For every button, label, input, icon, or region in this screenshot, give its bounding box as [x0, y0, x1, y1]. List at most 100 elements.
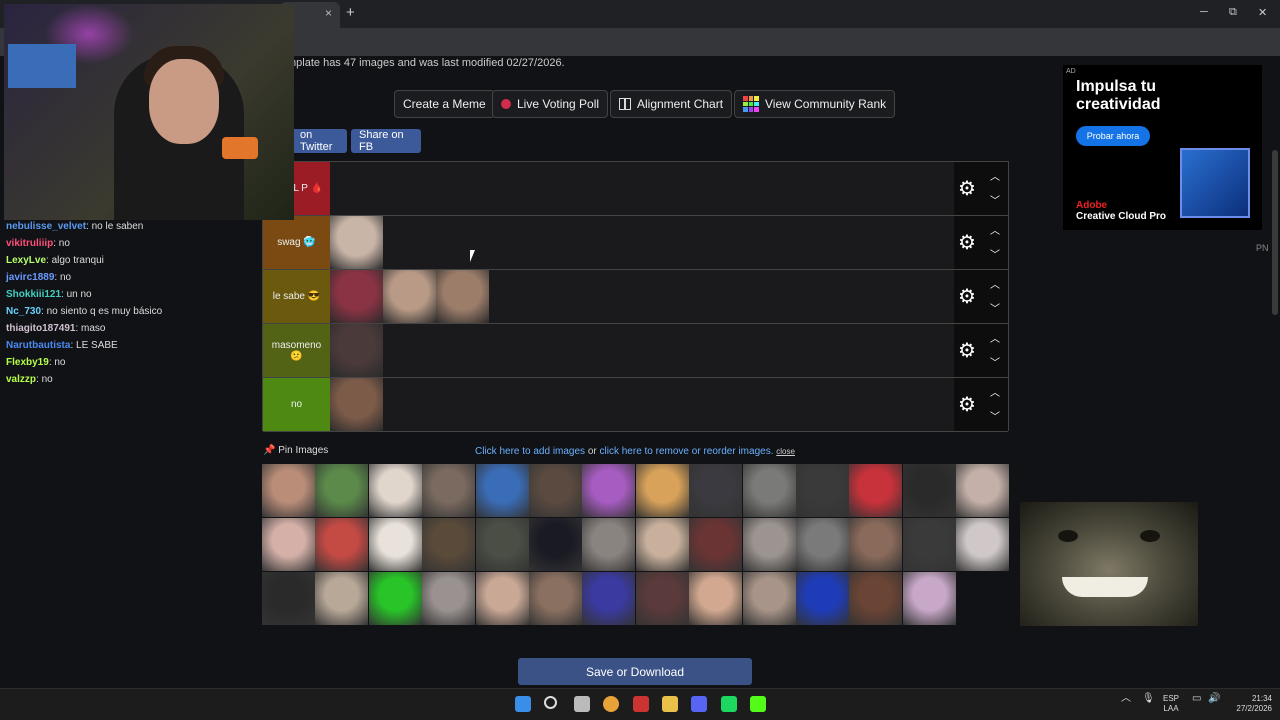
tier-row[interactable]: masomeno 😕 ⚙ ︿ ﹀	[263, 324, 1008, 378]
gallery-image[interactable]	[582, 572, 636, 625]
chat-username[interactable]: Narutbautista	[6, 340, 70, 351]
gallery-image[interactable]	[742, 572, 796, 625]
chevron-up-icon[interactable]: ︿	[990, 222, 1000, 237]
volume-icon[interactable]: 🔊	[1208, 694, 1220, 704]
close-link[interactable]: close	[776, 447, 795, 456]
chat-username[interactable]: thiagito187491	[6, 323, 75, 334]
tier-label[interactable]: no	[263, 378, 330, 431]
microphone-tray-icon[interactable]: 🎙	[1142, 694, 1155, 704]
gallery-image[interactable]	[849, 464, 903, 517]
tier-image[interactable]	[330, 324, 383, 377]
share-facebook-button[interactable]: Share on FB	[351, 129, 421, 153]
gallery-image[interactable]	[368, 464, 422, 517]
gallery-image[interactable]	[902, 464, 956, 517]
gallery-image[interactable]	[262, 518, 315, 571]
gallery-image[interactable]	[475, 464, 529, 517]
gallery-image[interactable]	[262, 464, 315, 517]
minimize-icon[interactable]: ─	[1200, 6, 1208, 18]
close-window-icon[interactable]: ✕	[1258, 6, 1267, 19]
gallery-image[interactable]	[956, 518, 1010, 571]
news-icon[interactable]	[632, 696, 649, 712]
chevron-down-icon[interactable]: ﹀	[990, 246, 1000, 261]
gear-icon[interactable]: ⚙	[958, 392, 976, 417]
chat-username[interactable]: Flexby19	[6, 357, 49, 368]
gallery-image[interactable]	[529, 518, 582, 571]
files-icon[interactable]	[662, 696, 678, 712]
gallery-image[interactable]	[315, 518, 369, 571]
restore-icon[interactable]: ⧉	[1229, 6, 1237, 19]
gallery-image[interactable]	[689, 572, 743, 625]
gallery-image[interactable]	[368, 518, 422, 571]
tier-label[interactable]: le sabe 😎	[263, 270, 330, 323]
tray-chevron-icon[interactable]: ︿	[1121, 694, 1131, 704]
gallery-image[interactable]	[422, 518, 476, 571]
chatgpt-icon[interactable]	[573, 696, 590, 712]
alignment-chart-button[interactable]: Alignment Chart	[610, 90, 733, 118]
gallery-image[interactable]	[582, 464, 636, 517]
chevron-up-icon[interactable]: ︿	[990, 276, 1000, 291]
add-images-link[interactable]: Click here to add images	[475, 446, 585, 457]
gallery-image[interactable]	[902, 572, 956, 625]
share-twitter-button[interactable]: on Twitter	[292, 129, 347, 153]
gear-icon[interactable]: ⚙	[958, 284, 976, 309]
gallery-image[interactable]	[475, 572, 529, 625]
tab-close-icon[interactable]: ×	[325, 6, 332, 20]
clock[interactable]: 21:34 27/2/2026	[1226, 694, 1272, 714]
gallery-image[interactable]	[689, 518, 743, 571]
gallery-image[interactable]	[635, 464, 689, 517]
tier-image[interactable]	[383, 270, 436, 323]
gallery-image[interactable]	[635, 572, 689, 625]
tier-image[interactable]	[330, 378, 383, 431]
chevron-down-icon[interactable]: ﹀	[990, 192, 1000, 207]
chevron-down-icon[interactable]: ﹀	[990, 354, 1000, 369]
tier-image[interactable]	[330, 270, 383, 323]
kick-icon[interactable]	[750, 696, 767, 712]
gallery-image[interactable]	[796, 464, 849, 517]
chevron-up-icon[interactable]: ︿	[990, 384, 1000, 399]
chat-username[interactable]: nebulisse_velvet	[6, 221, 86, 232]
gallery-image[interactable]	[742, 518, 796, 571]
tier-image[interactable]	[436, 270, 489, 323]
live-voting-poll-button[interactable]: Live Voting Poll	[492, 90, 609, 118]
remove-reorder-link[interactable]: click here to remove or reorder images.	[600, 446, 774, 457]
spotify-icon[interactable]	[720, 696, 737, 712]
tier-label[interactable]: swag 🥶	[263, 216, 330, 269]
tier-row[interactable]: S DEL P 🩸 ⚙ ︿ ﹀	[263, 162, 1008, 216]
community-rank-button[interactable]: View Community Rank	[734, 90, 896, 118]
create-meme-button[interactable]: Create a Meme	[394, 90, 495, 118]
gear-icon[interactable]: ⚙	[958, 176, 976, 201]
windows-icon[interactable]	[515, 696, 531, 712]
network-icon[interactable]: ▭	[1192, 694, 1201, 704]
language-indicator[interactable]: ESP LAA	[1163, 694, 1179, 714]
tier-row[interactable]: no ⚙ ︿ ﹀	[263, 378, 1008, 432]
chevron-down-icon[interactable]: ﹀	[990, 300, 1000, 315]
chat-username[interactable]: javirc1889	[6, 272, 54, 283]
gallery-image[interactable]	[529, 572, 582, 625]
tier-image[interactable]	[330, 216, 383, 269]
gallery-image[interactable]	[368, 572, 422, 625]
discord-icon[interactable]	[691, 696, 708, 712]
gallery-image[interactable]	[582, 518, 636, 571]
gallery-image[interactable]	[849, 572, 903, 625]
chevron-up-icon[interactable]: ︿	[990, 330, 1000, 345]
ad-cta-button[interactable]: Probar ahora	[1076, 126, 1150, 146]
chat-username[interactable]: valzzp	[6, 374, 36, 385]
gallery-image[interactable]	[849, 518, 903, 571]
tier-row[interactable]: le sabe 😎 ⚙ ︿ ﹀	[263, 270, 1008, 324]
gallery-image[interactable]	[315, 464, 369, 517]
chat-username[interactable]: Shokkiii121	[6, 289, 61, 300]
chat-username[interactable]: LexyLve	[6, 255, 46, 266]
tier-label[interactable]: masomeno 😕	[263, 324, 330, 377]
gallery-image[interactable]	[689, 464, 743, 517]
gallery-image[interactable]	[315, 572, 369, 625]
gallery-image[interactable]	[422, 572, 476, 625]
chevron-down-icon[interactable]: ﹀	[990, 408, 1000, 423]
gallery-image[interactable]	[529, 464, 582, 517]
gear-icon[interactable]: ⚙	[958, 338, 976, 363]
chat-username[interactable]: Nc_730	[6, 306, 41, 317]
gallery-image[interactable]	[902, 518, 956, 571]
gallery-image[interactable]	[956, 464, 1010, 517]
gallery-image[interactable]	[422, 464, 476, 517]
pin-images[interactable]: 📌 Pin Images	[263, 445, 328, 456]
gear-icon[interactable]: ⚙	[958, 230, 976, 255]
